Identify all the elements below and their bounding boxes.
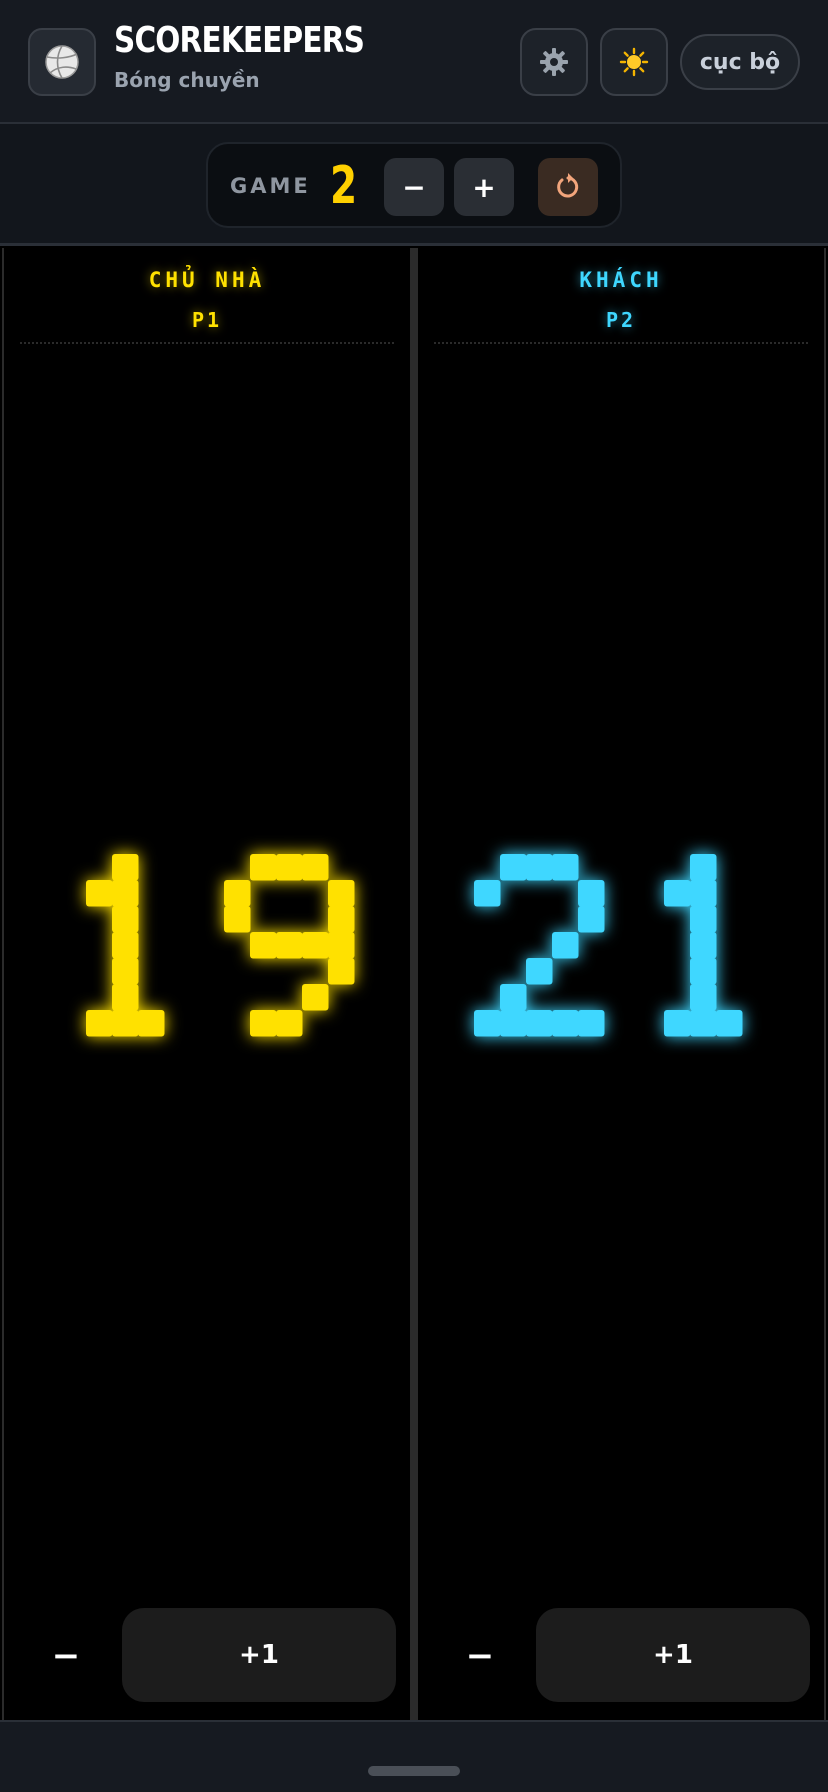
sun-icon — [619, 47, 649, 77]
score-pixel — [328, 880, 355, 907]
score-pixel — [112, 958, 139, 985]
score-pixel — [328, 906, 355, 933]
bottom-bar — [0, 1720, 828, 1792]
player-name: P1 — [191, 308, 223, 332]
score-decrement-button[interactable]: − — [434, 1610, 526, 1702]
score-pixel — [578, 906, 605, 933]
home-team-panel: CHỦ NHÀ P1 − +1 — [2, 248, 414, 1720]
score-pixel — [86, 1010, 113, 1037]
gear-icon — [540, 48, 568, 76]
score-pixel — [578, 880, 605, 907]
score-pixel — [500, 1010, 527, 1037]
score-pixel — [328, 932, 355, 959]
divider — [434, 342, 808, 344]
score-pixel — [138, 1010, 165, 1037]
theme-toggle-button[interactable] — [600, 28, 668, 96]
score-pixel — [500, 984, 527, 1011]
score-decrement-button[interactable]: − — [20, 1610, 112, 1702]
score-pixel — [690, 1010, 717, 1037]
score-pixel — [86, 880, 113, 907]
score-digit — [224, 854, 355, 1037]
score-pixel — [328, 958, 355, 985]
reset-button[interactable] — [538, 158, 598, 216]
app-title: SCOREKEEPERS — [114, 20, 365, 61]
game-increment-button[interactable]: + — [454, 158, 514, 216]
score-pixel — [526, 958, 553, 985]
score-pixel — [664, 1010, 691, 1037]
score-pixel — [690, 932, 717, 959]
sport-subtitle: Bóng chuyền — [114, 68, 260, 92]
game-decrement-button[interactable]: − — [384, 158, 444, 216]
score-pixel — [112, 880, 139, 907]
score-pixel — [302, 984, 329, 1011]
score-digits — [474, 854, 743, 1037]
score-pixel — [690, 984, 717, 1011]
score-pixel — [276, 1010, 303, 1037]
score-pixel — [578, 1010, 605, 1037]
score-pixel — [112, 984, 139, 1011]
score-pixel — [112, 854, 139, 881]
score-pixel — [552, 932, 579, 959]
score-pixel — [690, 958, 717, 985]
score-pixel — [526, 1010, 553, 1037]
player-name: P2 — [605, 308, 637, 332]
score-pixel — [552, 1010, 579, 1037]
local-mode-button[interactable]: cục bộ — [680, 34, 800, 90]
game-label: GAME — [230, 174, 311, 198]
score-pixel — [690, 880, 717, 907]
score-pixel — [276, 932, 303, 959]
score-pixel — [716, 1010, 743, 1037]
score-pixel — [500, 854, 527, 881]
score-pixel — [224, 906, 251, 933]
game-number: 2 — [330, 156, 358, 216]
score-pixel — [526, 854, 553, 881]
score-display — [418, 844, 824, 1044]
score-display — [4, 844, 410, 1044]
home-indicator — [368, 1766, 460, 1776]
score-pixel — [302, 932, 329, 959]
score-pixel — [250, 1010, 277, 1037]
score-digit — [86, 854, 165, 1037]
game-counter: GAME 2 − + — [206, 142, 622, 228]
reset-icon — [557, 173, 579, 198]
score-pixel — [690, 906, 717, 933]
score-pixel — [112, 906, 139, 933]
score-pixel — [690, 854, 717, 881]
game-bar: GAME 2 − + — [0, 124, 828, 246]
score-pixel — [250, 854, 277, 881]
score-pixel — [224, 880, 251, 907]
score-pixel — [112, 932, 139, 959]
away-team-panel: KHÁCH P2 − +1 — [414, 248, 826, 1720]
score-digits — [86, 854, 355, 1037]
team-name: CHỦ NHÀ — [148, 268, 266, 292]
score-pixel — [664, 880, 691, 907]
settings-button[interactable] — [520, 28, 588, 96]
score-digit — [474, 854, 605, 1037]
score-pixel — [302, 854, 329, 881]
score-increment-button[interactable]: +1 — [536, 1608, 810, 1702]
score-increment-button[interactable]: +1 — [122, 1608, 396, 1702]
score-pixel — [474, 880, 501, 907]
score-pixel — [474, 1010, 501, 1037]
score-pixel — [552, 854, 579, 881]
team-name: KHÁCH — [579, 268, 663, 292]
score-pixel — [250, 932, 277, 959]
score-pixel — [112, 1010, 139, 1037]
app-header: SCOREKEEPERS Bóng chuyền cục bộ — [0, 0, 828, 124]
score-digit — [664, 854, 743, 1037]
divider — [20, 342, 394, 344]
score-pixel — [276, 854, 303, 881]
volleyball-icon[interactable] — [28, 28, 96, 96]
